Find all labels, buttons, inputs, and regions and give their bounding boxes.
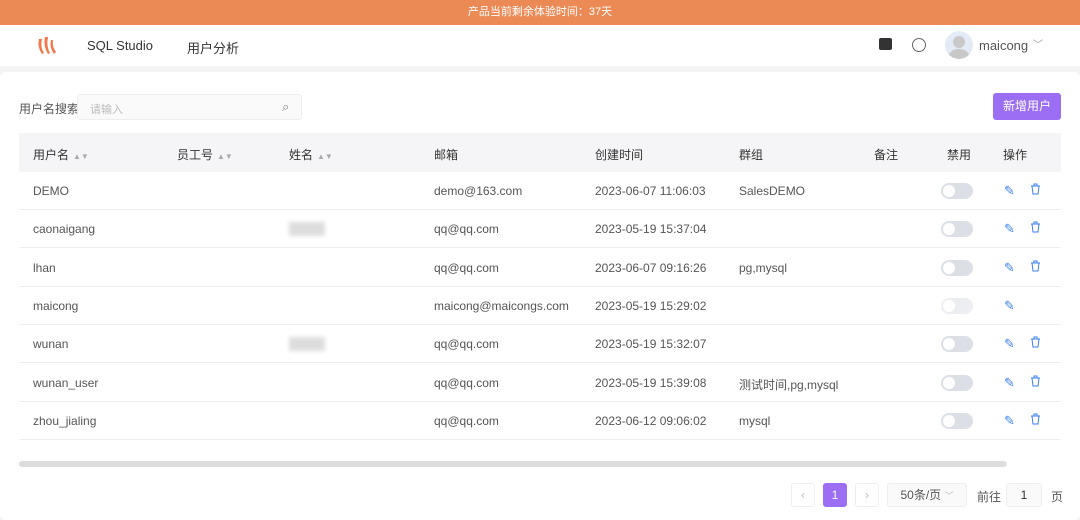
- sort-icon[interactable]: ▲▼: [217, 152, 233, 161]
- search-label: 用户名搜索: [19, 102, 80, 116]
- settings-icon[interactable]: [912, 38, 926, 52]
- cell-username: DEMO: [33, 184, 69, 198]
- edit-icon[interactable]: ✎: [1004, 183, 1015, 199]
- column-label: 员工号: [177, 148, 214, 162]
- column-employee-id[interactable]: 员工号 ▲▼: [177, 146, 233, 163]
- user-management-card: 用户名搜索 请输入 ⌕ 新增用户 用户名 ▲▼ 员工号 ▲▼ 姓名 ▲▼ 邮箱 创建时…: [0, 72, 1080, 520]
- logo-icon: [38, 37, 56, 54]
- goto-label: 前往: [977, 490, 1002, 504]
- column-name[interactable]: 姓名 ▲▼: [289, 146, 333, 163]
- column-label: 用户名: [33, 148, 70, 162]
- cell-email: demo@163.com: [434, 184, 523, 198]
- sort-icon[interactable]: ▲▼: [73, 152, 89, 161]
- table-row: lhan qq@qq.com 2023-06-07 09:16:26 pg,mys…: [19, 249, 1061, 287]
- cell-username: wunan_user: [33, 375, 99, 390]
- column-actions: 操作: [1003, 148, 1028, 162]
- horizontal-scrollbar[interactable]: [19, 461, 1007, 467]
- cell-email: qq@qq.com: [434, 222, 499, 237]
- goto-page-input[interactable]: 1: [1006, 483, 1042, 507]
- column-remark: 备注: [874, 148, 899, 162]
- table-row: wunan qq@qq.com 2023-05-19 15:32:07 ✎: [19, 325, 1061, 364]
- next-page-button[interactable]: ›: [855, 483, 879, 507]
- cell-created: 2023-05-19 15:29:02: [595, 298, 707, 313]
- edit-icon[interactable]: ✎: [1004, 413, 1015, 429]
- disable-toggle[interactable]: [941, 374, 973, 391]
- trial-banner: 产品当前剩余体验时间：37天: [0, 0, 1080, 25]
- delete-icon[interactable]: [1030, 221, 1041, 236]
- cell-group: SalesDEMO: [739, 184, 806, 198]
- column-group: 群组: [739, 148, 764, 162]
- disable-toggle[interactable]: [941, 412, 973, 429]
- nav-user-analysis[interactable]: 用户分析: [187, 38, 239, 57]
- cell-email: qq@qq.com: [434, 260, 499, 275]
- chevron-down-icon[interactable]: ﹀: [1033, 36, 1043, 51]
- search-input[interactable]: 请输入: [77, 94, 302, 120]
- cell-username: zhou_jialing: [33, 413, 97, 428]
- column-label: 姓名: [289, 148, 314, 162]
- blurred-name: [289, 337, 325, 352]
- cell-created: 2023-05-19 15:39:08: [595, 375, 707, 390]
- table-row: DEMO demo@163.com 2023-06-07 11:06:03 Sal…: [19, 172, 1061, 210]
- edit-icon[interactable]: ✎: [1004, 336, 1015, 352]
- disable-toggle[interactable]: [941, 336, 973, 353]
- cell-group: pg,mysql: [739, 260, 788, 275]
- delete-icon[interactable]: [1030, 413, 1041, 428]
- page-1-button[interactable]: 1: [823, 483, 847, 507]
- disable-toggle[interactable]: [941, 221, 973, 238]
- cell-username: caonaigang: [33, 222, 96, 237]
- search-icon[interactable]: ⌕: [282, 99, 289, 115]
- disable-toggle[interactable]: [941, 259, 973, 276]
- cell-email: qq@qq.com: [434, 337, 499, 352]
- delete-icon[interactable]: [1030, 260, 1041, 275]
- top-nav: SQL Studio 用户分析 maicong ﹀: [0, 25, 1080, 66]
- nav-sql-studio[interactable]: SQL Studio: [87, 38, 153, 53]
- prev-page-button[interactable]: ‹: [791, 483, 815, 507]
- page-suffix: 页: [1051, 490, 1064, 504]
- sort-icon[interactable]: ▲▼: [317, 152, 333, 161]
- cell-username: maicong: [33, 298, 79, 313]
- cell-email: qq@qq.com: [434, 375, 499, 390]
- cell-username: lhan: [33, 260, 56, 275]
- delete-icon[interactable]: [1030, 183, 1041, 198]
- user-name[interactable]: maicong: [979, 38, 1028, 53]
- translate-icon[interactable]: [879, 38, 892, 50]
- table-row: wunan_user qq@qq.com 2023-05-19 15:39:08 …: [19, 364, 1061, 402]
- cell-username: wunan: [33, 337, 69, 352]
- cell-created: 2023-06-07 11:06:03: [595, 184, 706, 198]
- edit-icon[interactable]: ✎: [1004, 375, 1015, 391]
- table-row: zhou_jialing qq@qq.com 2023-06-12 09:06:0…: [19, 402, 1061, 440]
- column-email: 邮箱: [434, 148, 459, 162]
- column-disabled: 禁用: [947, 148, 972, 162]
- avatar[interactable]: [945, 31, 973, 59]
- edit-icon[interactable]: ✎: [1004, 260, 1015, 276]
- chevron-down-icon: ﹀: [944, 491, 954, 501]
- add-user-button[interactable]: 新增用户: [993, 93, 1061, 120]
- table-row: caonaigang qq@qq.com 2023-05-19 15:37:04 …: [19, 210, 1061, 249]
- column-username[interactable]: 用户名 ▲▼: [33, 146, 89, 163]
- cell-created: 2023-05-19 15:37:04: [595, 222, 707, 237]
- delete-icon[interactable]: [1030, 336, 1041, 351]
- page-size-value: 50条/页: [900, 488, 942, 502]
- disable-toggle: [941, 297, 973, 314]
- table-header: 用户名 ▲▼ 员工号 ▲▼ 姓名 ▲▼ 邮箱 创建时间 群组 备注 禁用 操作: [19, 133, 1061, 172]
- edit-icon[interactable]: ✎: [1004, 221, 1015, 237]
- blurred-name: [289, 222, 325, 237]
- cell-email: qq@qq.com: [434, 413, 499, 428]
- cell-group: 测试时间,pg,mysql: [739, 377, 839, 392]
- column-created: 创建时间: [595, 148, 644, 162]
- delete-icon[interactable]: [1030, 375, 1041, 390]
- cell-created: 2023-06-07 09:16:26: [595, 260, 707, 275]
- cell-group: mysql: [739, 413, 771, 428]
- table-row: maicong maicong@maicongs.com 2023-05-19 1…: [19, 287, 1061, 325]
- cell-email: maicong@maicongs.com: [434, 298, 569, 313]
- edit-icon[interactable]: ✎: [1004, 298, 1015, 314]
- disable-toggle[interactable]: [941, 183, 973, 199]
- cell-created: 2023-05-19 15:32:07: [595, 337, 707, 352]
- page-size-select[interactable]: 50条/页 ﹀: [887, 483, 967, 507]
- cell-created: 2023-06-12 09:06:02: [595, 413, 707, 428]
